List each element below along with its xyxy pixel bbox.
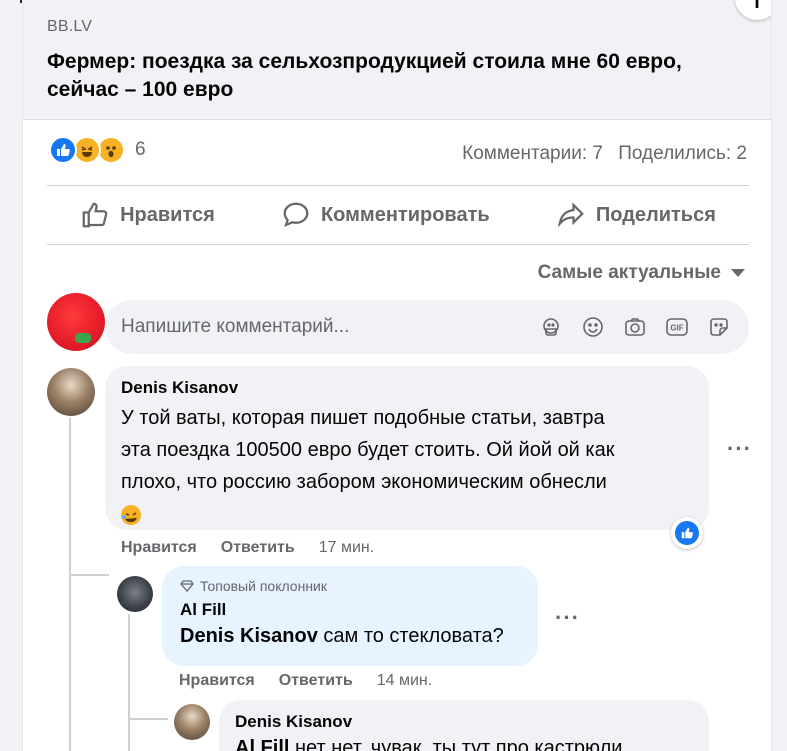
comment-line: плохо, что россию забором экономическим … — [121, 471, 607, 493]
post-card: BB.LV Фермер: поездка за сельхозпродукци… — [22, 0, 772, 751]
thread-line — [128, 614, 130, 751]
comment-line: эта поездка 100500 евро будет стоить. Ой… — [121, 439, 615, 461]
comment-like-button[interactable]: Нравится — [121, 539, 197, 557]
shares-count[interactable]: Поделились: 2 — [618, 143, 747, 164]
more-options-icon[interactable]: ··· — [555, 605, 580, 631]
comment-input[interactable]: Напишите комментарий... GIF — [105, 300, 749, 354]
sticker-icon[interactable] — [707, 315, 731, 339]
comment-author[interactable]: Al Fill — [180, 600, 520, 620]
info-icon[interactable]: i — [735, 0, 771, 20]
thread-line — [69, 418, 71, 751]
avatar[interactable] — [174, 704, 210, 740]
gif-icon[interactable]: GIF — [665, 315, 689, 339]
share-icon — [557, 202, 584, 228]
like-button[interactable]: Нравится — [80, 200, 215, 230]
comment-time[interactable]: 17 мин. — [319, 539, 374, 557]
fan-label: Топовый поклонник — [200, 578, 327, 594]
comment-author[interactable]: Denis Kisanov — [121, 378, 693, 398]
comment-reaction-badge[interactable] — [671, 517, 703, 549]
comment-body: нет нет, чувак, ты тут про кастрюли — [289, 737, 623, 751]
haha-reaction-icon — [73, 136, 101, 164]
comment-reply-button[interactable]: Ответить — [221, 539, 295, 557]
svg-text:GIF: GIF — [670, 324, 683, 333]
thread-branch — [128, 718, 168, 720]
sort-dropdown[interactable]: Самые актуальные — [538, 262, 745, 284]
comment-text: У той ваты, которая пишет подобные стать… — [121, 402, 693, 530]
rofl-emoji-icon — [121, 498, 693, 530]
thread-branch — [69, 574, 109, 576]
comment-text: Al Fill нет нет, чувак, ты тут про кастр… — [235, 732, 693, 751]
comment-text: Denis Kisanov сам то стекловата? — [180, 620, 520, 652]
mention-link[interactable]: Al Fill — [235, 737, 289, 751]
comment-icon — [283, 202, 309, 228]
emoji-icon[interactable] — [581, 315, 605, 339]
more-options-icon[interactable]: ··· — [727, 436, 752, 462]
top-fan-badge: Топовый поклонник — [180, 578, 520, 594]
chevron-down-icon — [731, 269, 745, 277]
comment-meta: Нравится Ответить 17 мин. — [121, 539, 374, 557]
comment-meta: Нравится Ответить 14 мин. — [179, 672, 432, 690]
link-preview[interactable]: BB.LV Фермер: поездка за сельхозпродукци… — [23, 0, 771, 120]
comment-button[interactable]: Комментировать — [281, 200, 490, 230]
comment-line: У той ваты, которая пишет подобные стать… — [121, 407, 605, 429]
diamond-icon — [180, 580, 194, 592]
my-avatar[interactable] — [47, 293, 105, 351]
comment-placeholder: Напишите комментарий... — [121, 316, 350, 337]
reactions-summary[interactable]: 6 — [49, 136, 146, 164]
avatar[interactable] — [47, 368, 95, 416]
comments-count[interactable]: Комментарии: 7 — [462, 143, 603, 164]
comment-body: сам то стекловата? — [317, 625, 504, 647]
divider — [47, 244, 749, 245]
mention-link[interactable]: Denis Kisanov — [180, 625, 318, 647]
comment-bubble: Топовый поклонник Al Fill Denis Kisanov … — [162, 566, 538, 666]
like-reaction-icon — [49, 136, 77, 164]
avatar-sticker-icon[interactable] — [539, 315, 563, 339]
link-domain: BB.LV — [47, 18, 93, 35]
link-headline[interactable]: Фермер: поездка за сельхозпродукцией сто… — [47, 48, 727, 104]
post-actions: Нравится Комментировать Поделиться — [47, 186, 749, 244]
camera-icon[interactable] — [623, 315, 647, 339]
like-label: Нравится — [120, 203, 215, 226]
comment-reply-button[interactable]: Ответить — [279, 672, 353, 690]
comment-like-button[interactable]: Нравится — [179, 672, 255, 690]
reaction-count[interactable]: 6 — [135, 139, 146, 161]
comment-author[interactable]: Denis Kisanov — [235, 712, 693, 732]
thumbs-up-icon — [82, 202, 108, 228]
composer-tools: GIF — [539, 315, 749, 339]
sort-label: Самые актуальные — [537, 262, 721, 283]
comment-label: Комментировать — [320, 203, 490, 226]
wow-reaction-icon — [97, 136, 125, 164]
post-counts: Комментарии: 7 Поделились: 2 — [452, 143, 747, 165]
comment-bubble: Denis Kisanov Al Fill нет нет, чувак, ты… — [219, 700, 709, 751]
like-reaction-icon — [675, 521, 699, 545]
share-button[interactable]: Поделиться — [556, 200, 716, 230]
share-label: Поделиться — [595, 203, 716, 226]
comment-bubble: Denis Kisanov У той ваты, которая пишет … — [105, 366, 709, 530]
avatar[interactable] — [117, 576, 153, 612]
comment-time[interactable]: 14 мин. — [377, 672, 432, 690]
